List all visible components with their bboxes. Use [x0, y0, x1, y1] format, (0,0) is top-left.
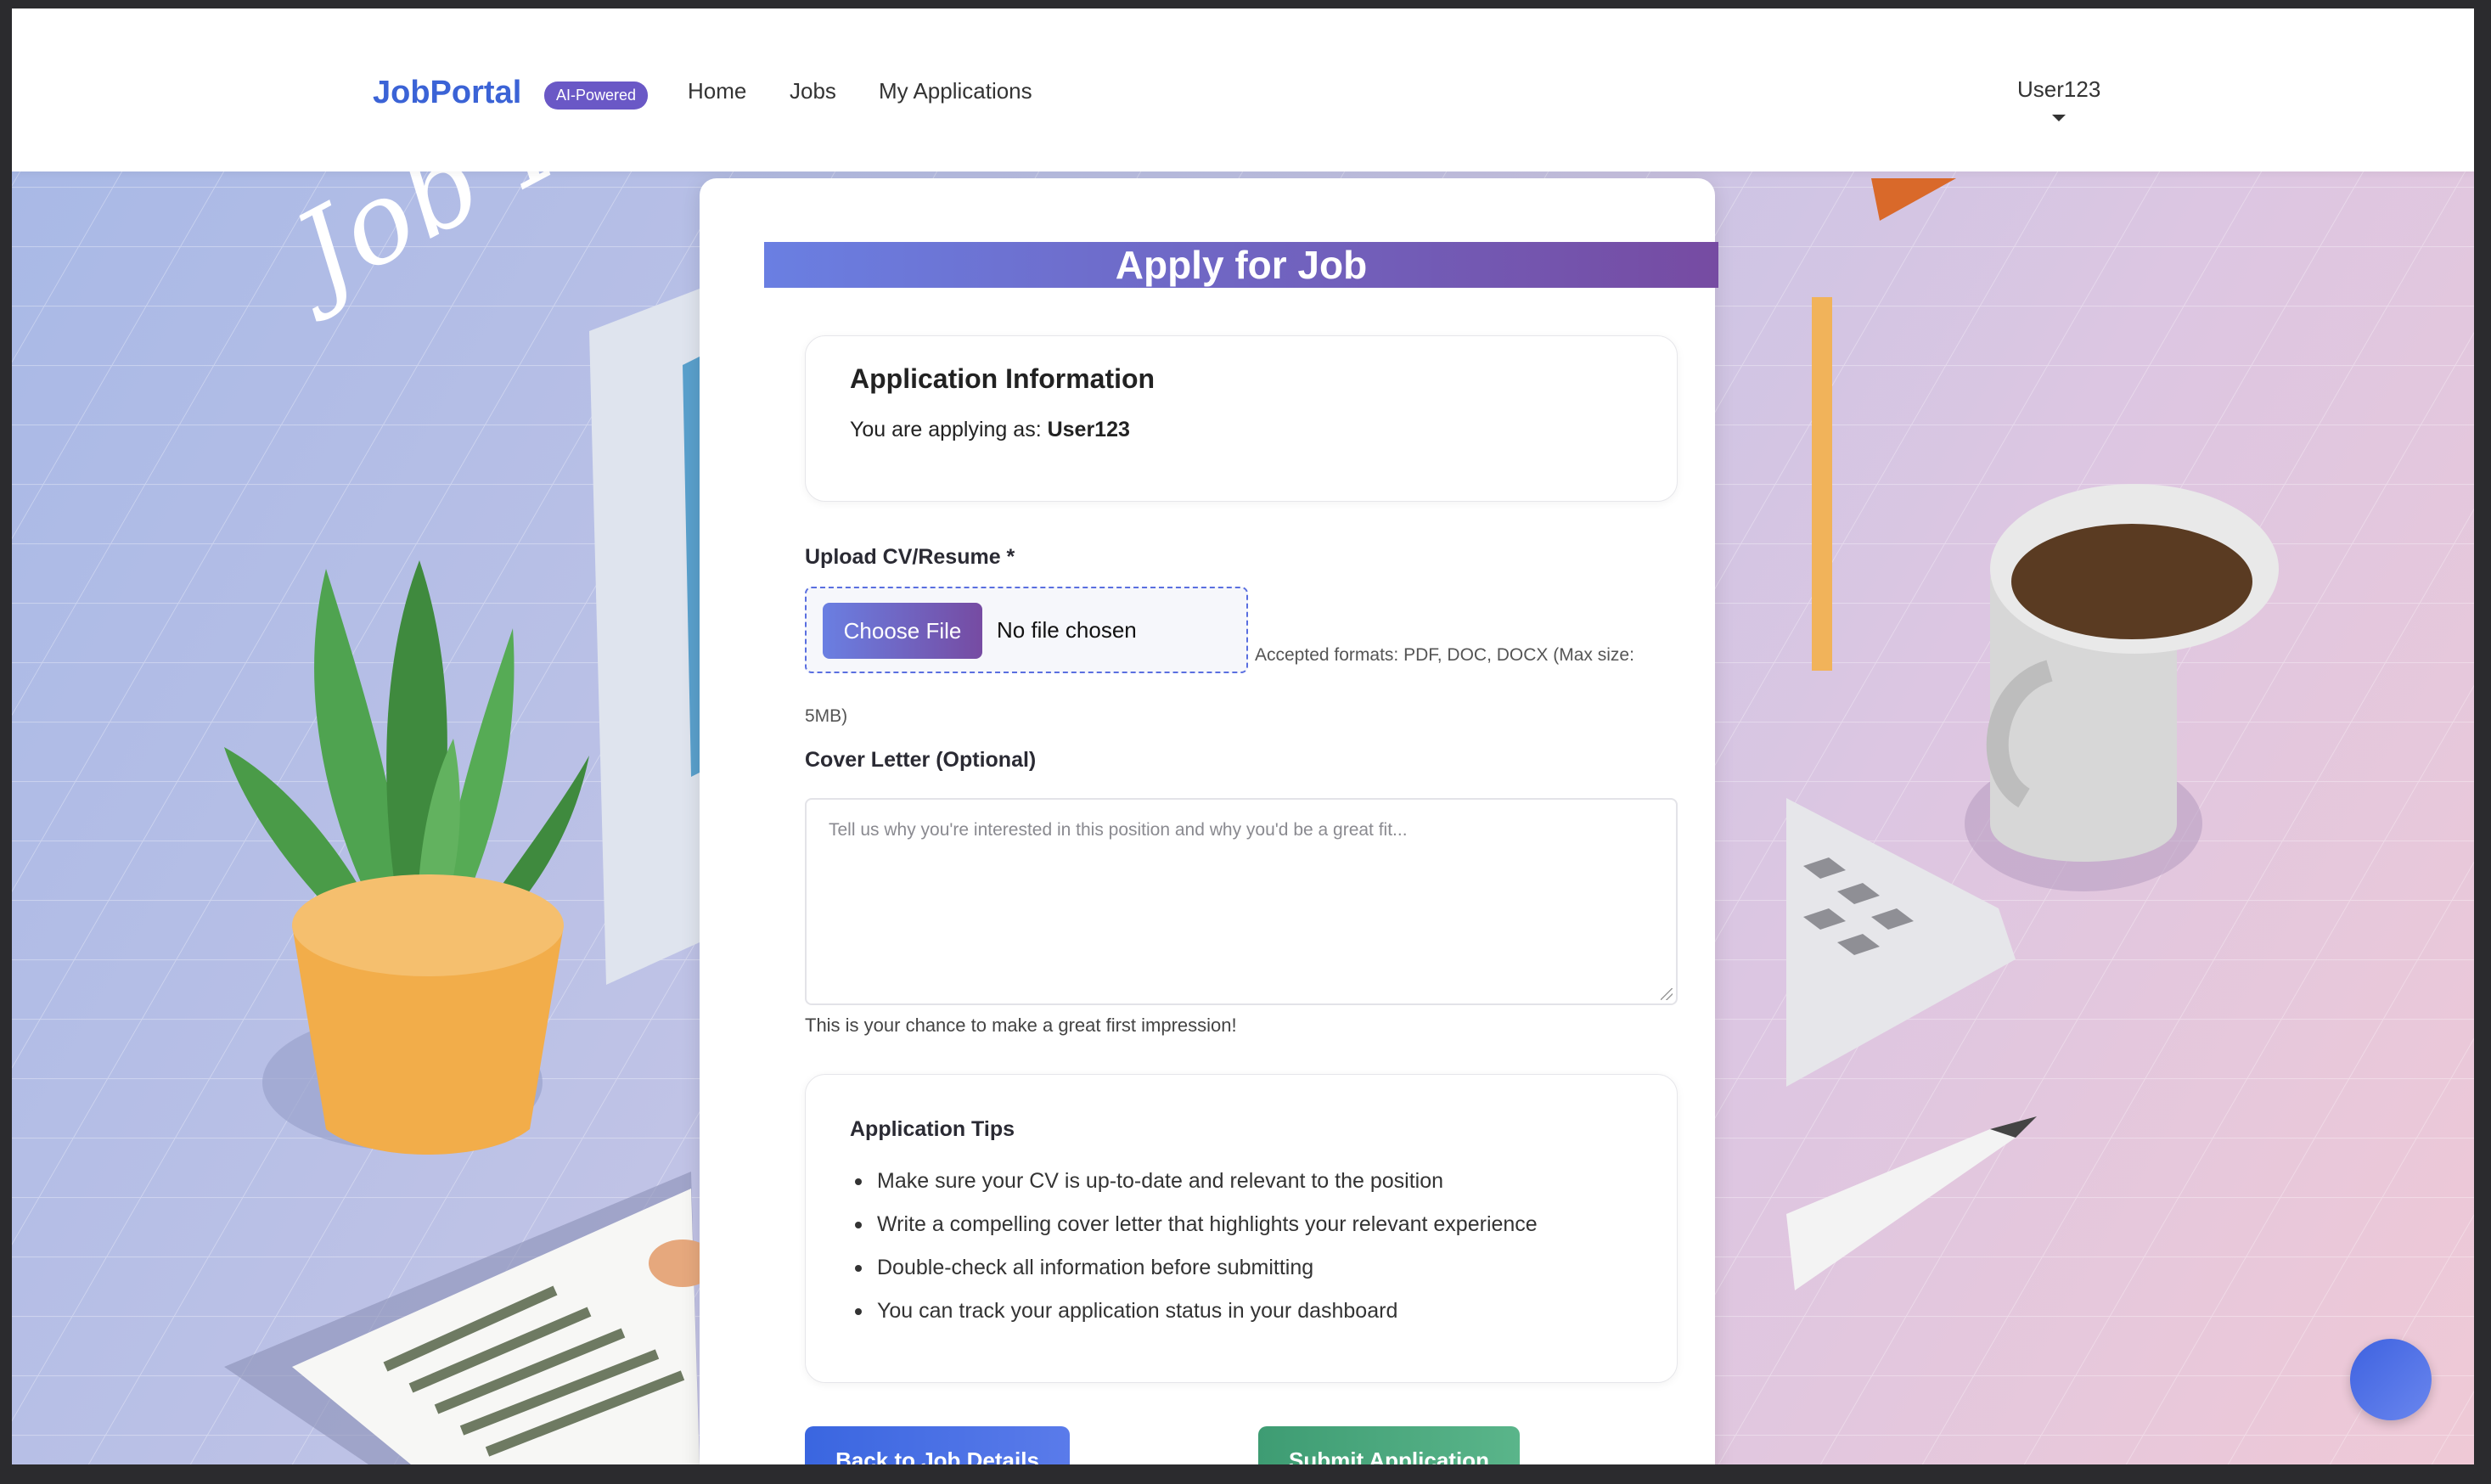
laptop-screen-shape [589, 289, 700, 985]
coffee [2011, 524, 2252, 639]
cover-letter-placeholder: Tell us why you're interested in this po… [829, 820, 1408, 840]
brand-logo[interactable]: JobPortal [373, 75, 521, 111]
list-item: Double-check all information before subm… [850, 1246, 1538, 1290]
floating-chat-button[interactable] [2350, 1339, 2432, 1420]
submit-application-button[interactable]: Submit Application [1258, 1426, 1520, 1464]
applying-prefix: You are applying as: [850, 418, 1042, 441]
cover-letter-textarea[interactable]: Tell us why you're interested in this po… [805, 798, 1678, 1005]
file-status: No file chosen [997, 617, 1137, 643]
application-tips-box: Application Tips Make sure your CV is up… [805, 1074, 1678, 1383]
apply-form-card: Apply for Job Application Information Yo… [700, 178, 1718, 1464]
page-title: Apply for Job [764, 242, 1718, 288]
nav-home[interactable]: Home [688, 78, 746, 104]
list-item: Make sure your CV is up-to-date and rele… [850, 1160, 1538, 1203]
info-heading: Application Information [850, 363, 1156, 394]
nav-my-applications[interactable]: My Applications [879, 78, 1032, 104]
chevron-down-icon [2052, 115, 2066, 121]
user-name: User123 [2017, 76, 2101, 102]
cv-file-input[interactable]: Choose File No file chosen [805, 587, 1248, 673]
choose-file-button[interactable]: Choose File [823, 603, 982, 659]
tips-heading: Application Tips [850, 1117, 1015, 1141]
applying-as-text: You are applying as: User123 [850, 418, 1130, 442]
browser-viewport: Job Hunting JobPortal AI-Powered Home Jo… [12, 8, 2474, 1464]
back-to-job-details-button[interactable]: Back to Job Details [805, 1426, 1070, 1464]
list-item: You can track your application status in… [850, 1290, 1538, 1333]
tips-list: Make sure your CV is up-to-date and rele… [850, 1160, 1538, 1333]
user-menu[interactable]: User123 [2017, 76, 2100, 121]
top-navbar: JobPortal AI-Powered Home Jobs My Applic… [12, 8, 2474, 171]
application-info-box: Application Information You are applying… [805, 335, 1678, 502]
ai-powered-badge: AI-Powered [544, 82, 649, 110]
applying-username: User123 [1047, 418, 1130, 441]
list-item: Write a compelling cover letter that hig… [850, 1203, 1538, 1246]
cv-label: Upload CV/Resume * [805, 545, 1015, 569]
cover-letter-help: This is your chance to make a great firs… [805, 1015, 1237, 1036]
resize-handle-icon[interactable] [1661, 988, 1673, 1000]
nav-jobs[interactable]: Jobs [790, 78, 836, 104]
cover-letter-label: Cover Letter (Optional) [805, 748, 1037, 772]
